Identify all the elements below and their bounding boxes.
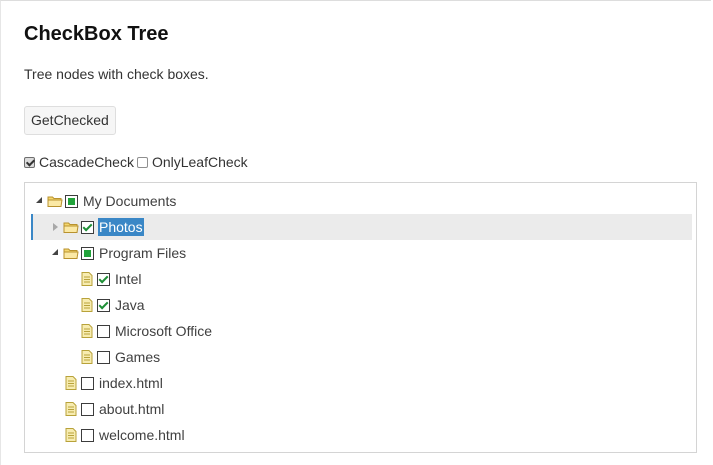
- tree-node-label: about.html: [99, 401, 165, 417]
- page-description: Tree nodes with check boxes.: [24, 66, 209, 82]
- tree-node[interactable]: My Documents: [31, 188, 692, 214]
- folder-open-icon: [47, 193, 63, 209]
- tree-node-label: My Documents: [83, 193, 177, 209]
- only-leaf-check-option[interactable]: OnlyLeafCheck: [136, 154, 248, 170]
- file-icon: [79, 271, 95, 287]
- file-icon: [79, 349, 95, 365]
- tree-node-checkbox[interactable]: [81, 376, 94, 390]
- tree-node-label: Intel: [115, 271, 142, 287]
- tree-node-checkbox[interactable]: [97, 298, 110, 312]
- page-title: CheckBox Tree: [24, 23, 169, 45]
- file-icon: [63, 375, 79, 391]
- options-row: CascadeCheck OnlyLeafCheck: [24, 154, 251, 170]
- tree-node[interactable]: welcome.html: [31, 422, 692, 448]
- cascade-check-checkbox[interactable]: [24, 156, 35, 168]
- tree-node[interactable]: Program Files: [31, 240, 692, 266]
- only-leaf-check-checkbox[interactable]: [136, 156, 148, 168]
- tree-node-checkbox[interactable]: [97, 324, 110, 338]
- only-leaf-check-label: OnlyLeafCheck: [151, 154, 248, 170]
- tree-node-checkbox[interactable]: [97, 272, 110, 286]
- file-icon: [63, 401, 79, 417]
- tree-node[interactable]: Java: [31, 292, 692, 318]
- checkbox-tree: My Documents Photos Program Files Intel Java…: [24, 182, 697, 453]
- file-icon: [79, 297, 95, 313]
- folder-open-icon: [63, 245, 79, 261]
- folder-open-icon: [63, 219, 79, 235]
- tree-node[interactable]: Microsoft Office: [31, 318, 692, 344]
- tree-node-checkbox[interactable]: [81, 428, 94, 442]
- tree-node-checkbox[interactable]: [65, 194, 78, 208]
- tree-node-checkbox[interactable]: [81, 246, 94, 260]
- tree-node-label: index.html: [99, 375, 163, 391]
- file-icon: [79, 323, 95, 339]
- tree-node-checkbox[interactable]: [81, 220, 94, 234]
- tree-node-checkbox[interactable]: [81, 402, 94, 416]
- page: CheckBox Tree Tree nodes with check boxe…: [0, 0, 711, 465]
- tree-node[interactable]: Intel: [31, 266, 692, 292]
- tree-node-label: Photos: [98, 218, 144, 236]
- collapse-toggle-icon[interactable]: [31, 193, 47, 209]
- tree-node-label: Program Files: [99, 245, 187, 261]
- tree-node[interactable]: Games: [31, 344, 692, 370]
- cascade-check-option[interactable]: CascadeCheck: [24, 154, 134, 170]
- tree-node[interactable]: index.html: [31, 370, 692, 396]
- file-icon: [63, 427, 79, 443]
- tree-node[interactable]: Photos: [31, 214, 692, 240]
- tree-node-checkbox[interactable]: [97, 350, 110, 364]
- expand-toggle-icon[interactable]: [47, 219, 63, 235]
- tree-node-label: welcome.html: [99, 427, 185, 443]
- tree-node-label: Games: [115, 349, 161, 365]
- collapse-toggle-icon[interactable]: [47, 245, 63, 261]
- tree-node-label: Java: [115, 297, 145, 313]
- tree-node[interactable]: about.html: [31, 396, 692, 422]
- cascade-check-label: CascadeCheck: [39, 154, 134, 170]
- get-checked-button[interactable]: GetChecked: [24, 106, 116, 135]
- tree-node-label: Microsoft Office: [115, 323, 212, 339]
